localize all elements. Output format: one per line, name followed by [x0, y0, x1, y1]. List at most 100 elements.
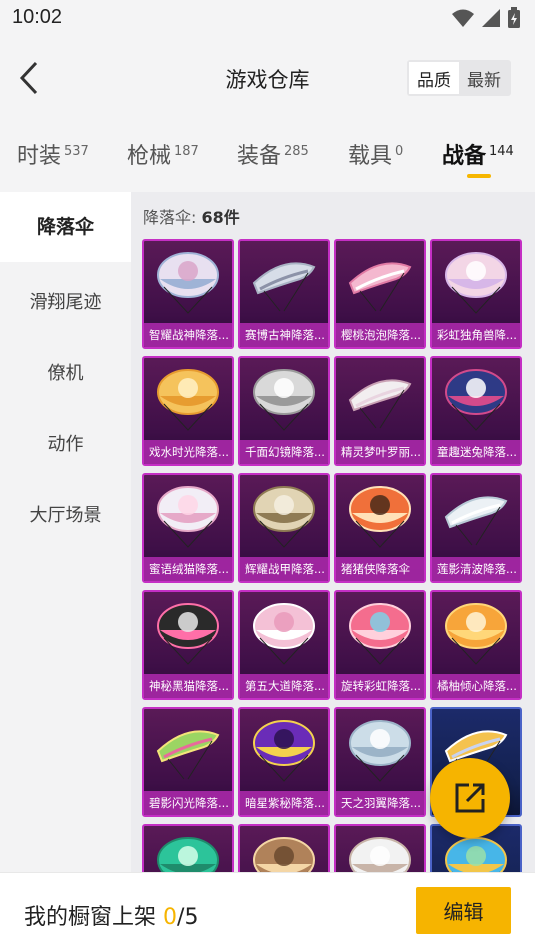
battery-icon: [508, 7, 520, 28]
item-card[interactable]: 赛博古神降落...: [238, 239, 330, 349]
item-name: 神秘黑猫降落...: [144, 674, 232, 698]
parachute-icon: [349, 837, 411, 872]
tab-label: 战备: [442, 144, 487, 169]
item-card[interactable]: 神秘黑猫降落...: [142, 590, 234, 700]
sidebar-item-lobby-scene[interactable]: 大厅场景: [0, 501, 131, 527]
parachute-icon: [253, 837, 315, 872]
tab-label: 载具: [348, 144, 393, 169]
showcase-label: 我的橱窗上架: [24, 905, 157, 930]
item-name: 第五大道降落...: [240, 674, 328, 698]
app-header: 游戏仓库 品质 最新: [0, 38, 535, 120]
item-name: 智耀战神降落...: [144, 323, 232, 347]
item-card[interactable]: 第五大道降落...: [238, 590, 330, 700]
sort-option-latest[interactable]: 最新: [459, 62, 509, 94]
wifi-icon: [452, 9, 474, 27]
item-card[interactable]: 蜜语绒猫降落...: [142, 473, 234, 583]
item-card[interactable]: 橘柚倾心降落...: [430, 590, 522, 700]
sidebar-item-parachute[interactable]: 降落伞: [0, 192, 131, 262]
edit-button[interactable]: 编辑: [416, 887, 511, 934]
parachute-icon: [445, 252, 507, 314]
sidebar-item-emote[interactable]: 动作: [0, 430, 131, 456]
status-bar: 10:02: [0, 0, 535, 38]
item-name: 精灵梦叶罗丽...: [336, 440, 424, 464]
parachute-icon: [253, 369, 315, 431]
tab-label: 装备: [237, 144, 282, 169]
parachute-icon: [157, 369, 219, 431]
showcase-bar: 我的橱窗上架 0/5 编辑: [0, 872, 535, 951]
parachute-icon: [349, 603, 411, 665]
parachute-icon: [445, 603, 507, 665]
item-count-value: 68件: [201, 208, 240, 227]
sidebar: 降落伞 滑翔尾迹 僚机 动作 大厅场景: [0, 192, 131, 872]
item-card[interactable]: [238, 824, 330, 872]
item-card[interactable]: 戏水时光降落...: [142, 356, 234, 466]
item-name: 天之羽翼降落...: [336, 791, 424, 815]
parachute-icon: [253, 603, 315, 665]
item-card[interactable]: 智耀战神降落...: [142, 239, 234, 349]
parachute-icon: [157, 837, 219, 872]
parachute-icon: [349, 720, 411, 782]
parachute-icon: [157, 603, 219, 665]
parachute-icon: [252, 262, 316, 312]
sort-toggle: 品质 最新: [407, 60, 511, 96]
parachute-icon: [253, 486, 315, 548]
item-name: 彩虹独角兽降...: [432, 323, 520, 347]
item-name: 暗星紫秘降落...: [240, 791, 328, 815]
share-button[interactable]: [430, 758, 510, 838]
showcase-max: 5: [184, 905, 199, 930]
tab-vehicles[interactable]: 载具 0: [348, 138, 403, 170]
item-name: 千面幻镜降落...: [240, 440, 328, 464]
item-card[interactable]: 彩虹独角兽降...: [430, 239, 522, 349]
tab-count: 537: [64, 144, 89, 159]
item-count: 降落伞: 68件: [143, 204, 240, 228]
parachute-icon: [349, 486, 411, 548]
item-card[interactable]: 辉耀战甲降落...: [238, 473, 330, 583]
parachute-icon: [156, 730, 220, 780]
item-card[interactable]: 天之羽翼降落...: [334, 707, 426, 817]
item-card[interactable]: [334, 824, 426, 872]
item-name: 莲影清波降落...: [432, 557, 520, 581]
showcase-current: 0: [163, 905, 178, 930]
status-icons: [451, 7, 521, 29]
item-card[interactable]: [142, 824, 234, 872]
tab-weapons[interactable]: 枪械 187: [127, 138, 199, 170]
parachute-icon: [253, 720, 315, 782]
parachute-icon: [445, 837, 507, 872]
tab-label: 枪械: [127, 144, 172, 169]
item-name: 辉耀战甲降落...: [240, 557, 328, 581]
item-card[interactable]: 千面幻镜降落...: [238, 356, 330, 466]
parachute-icon: [348, 262, 412, 312]
item-card[interactable]: 精灵梦叶罗丽...: [334, 356, 426, 466]
tab-fashion[interactable]: 时装 537: [17, 138, 89, 170]
item-name: 戏水时光降落...: [144, 440, 232, 464]
item-name: 旋转彩虹降落...: [336, 674, 424, 698]
parachute-icon: [157, 252, 219, 314]
showcase-status: 我的橱窗上架 0/5: [24, 899, 198, 931]
item-name: 碧影闪光降落...: [144, 791, 232, 815]
tab-count: 285: [284, 144, 309, 159]
tab-equipment[interactable]: 装备 285: [237, 138, 309, 170]
active-tab-indicator: [467, 174, 491, 178]
item-card[interactable]: 童趣迷兔降落...: [430, 356, 522, 466]
share-external-icon: [455, 783, 485, 813]
sidebar-item-wingman[interactable]: 僚机: [0, 359, 131, 385]
item-card[interactable]: 旋转彩虹降落...: [334, 590, 426, 700]
sort-option-quality[interactable]: 品质: [409, 62, 459, 94]
item-name: 童趣迷兔降落...: [432, 440, 520, 464]
item-name: 樱桃泡泡降落...: [336, 323, 424, 347]
item-card[interactable]: 猪猪侠降落伞: [334, 473, 426, 583]
item-card[interactable]: 暗星紫秘降落...: [238, 707, 330, 817]
tab-count: 187: [174, 144, 199, 159]
sidebar-item-glide-trail[interactable]: 滑翔尾迹: [0, 288, 131, 314]
parachute-icon: [157, 486, 219, 548]
item-name: 蜜语绒猫降落...: [144, 557, 232, 581]
parachute-icon: [348, 379, 412, 429]
item-card[interactable]: 碧影闪光降落...: [142, 707, 234, 817]
item-card[interactable]: 樱桃泡泡降落...: [334, 239, 426, 349]
tab-battle-gear[interactable]: 战备 144: [442, 138, 514, 170]
parachute-icon: [444, 496, 508, 546]
item-count-prefix: 降落伞:: [143, 208, 202, 227]
item-card[interactable]: 莲影清波降落...: [430, 473, 522, 583]
status-time: 10:02: [12, 6, 63, 28]
signal-icon: [482, 9, 500, 27]
